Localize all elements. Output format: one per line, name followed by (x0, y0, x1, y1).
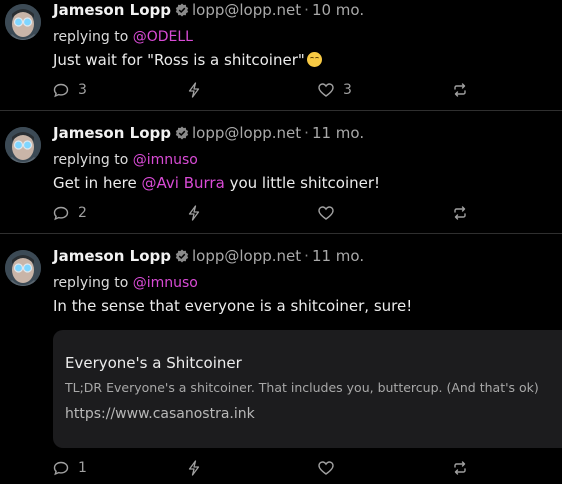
post-text: In the sense that everyone is a shitcoin… (53, 297, 413, 315)
post[interactable]: Jameson Lopp lopp@lopp.net · 11 mo. replyin… (0, 123, 562, 233)
replying-to-label: replying to (53, 275, 129, 291)
like-count: 3 (343, 82, 352, 98)
link-preview-card[interactable]: Everyone's a Shitcoiner TL;DR Everyone's… (53, 330, 562, 448)
like-button[interactable]: 3 (318, 80, 352, 100)
replying-to-label: replying to (53, 152, 129, 168)
reply-button[interactable]: 3 (53, 80, 87, 100)
replying-to: replying to @imnuso (53, 273, 198, 293)
replying-to-label: replying to (53, 29, 129, 45)
avatar[interactable] (5, 250, 41, 286)
reply-count: 2 (78, 205, 87, 221)
post[interactable]: Jameson Lopp lopp@lopp.net · 11 mo. replyin… (0, 246, 562, 484)
repost-button[interactable] (452, 203, 468, 223)
post-header: Jameson Lopp lopp@lopp.net · 11 mo. (53, 123, 364, 143)
post-time[interactable]: 10 mo. (312, 1, 364, 19)
post-actions: 2 (53, 203, 562, 223)
verified-badge-icon (175, 2, 189, 17)
smirk-emoji-icon (306, 52, 322, 67)
post-time[interactable]: 11 mo. (312, 247, 364, 265)
like-icon (318, 206, 334, 220)
avatar[interactable] (5, 127, 41, 163)
zap-icon (188, 205, 200, 221)
repost-icon (454, 83, 466, 97)
reply-button[interactable]: 2 (53, 203, 87, 223)
link-preview-url[interactable]: https://www.casanostra.ink (65, 406, 255, 422)
separator-dot: · (304, 1, 309, 19)
reply-icon (53, 206, 69, 221)
post-header: Jameson Lopp lopp@lopp.net · 11 mo. (53, 246, 364, 266)
zap-button[interactable] (186, 80, 202, 100)
replying-to-mention[interactable]: @ODELL (133, 29, 193, 45)
link-preview-title: Everyone's a Shitcoiner (65, 354, 242, 372)
replying-to-mention[interactable]: @imnuso (133, 275, 198, 291)
reply-count: 1 (78, 460, 87, 476)
post-content: Get in here @Avi Burra you little shitco… (53, 172, 380, 194)
verified-badge-icon (175, 125, 189, 140)
repost-button[interactable] (452, 458, 468, 478)
content-mention[interactable]: @Avi Burra (142, 174, 225, 192)
post[interactable]: Jameson Lopp lopp@lopp.net · 10 mo. replyin… (0, 0, 562, 110)
nip05-address[interactable]: lopp@lopp.net (192, 247, 301, 265)
reply-icon (53, 461, 69, 476)
replying-to-mention[interactable]: @imnuso (133, 152, 198, 168)
post-time[interactable]: 11 mo. (312, 124, 364, 142)
post-text: Get in here (53, 174, 137, 192)
post-text-after: you little shitcoiner! (229, 174, 381, 192)
post-actions: 1 (53, 458, 562, 478)
author-name[interactable]: Jameson Lopp (53, 1, 171, 19)
link-preview-description: TL;DR Everyone's a shitcoiner. That incl… (65, 380, 539, 395)
post-divider (0, 233, 562, 234)
nip05-address[interactable]: lopp@lopp.net (192, 124, 301, 142)
separator-dot: · (304, 124, 309, 142)
zap-icon (188, 82, 200, 98)
zap-button[interactable] (186, 458, 202, 478)
reply-icon (53, 83, 69, 98)
repost-icon (454, 206, 466, 220)
post-divider (0, 110, 562, 111)
reply-button[interactable]: 1 (53, 458, 87, 478)
repost-button[interactable] (452, 80, 468, 100)
like-icon (318, 83, 334, 97)
separator-dot: · (304, 247, 309, 265)
replying-to: replying to @imnuso (53, 150, 198, 170)
zap-icon (188, 460, 200, 476)
author-name[interactable]: Jameson Lopp (53, 124, 171, 142)
like-button[interactable] (318, 458, 334, 478)
post-content: Just wait for "Ross is a shitcoiner" (53, 49, 322, 71)
replying-to: replying to @ODELL (53, 27, 193, 47)
post-actions: 3 3 (53, 80, 562, 100)
like-button[interactable] (318, 203, 334, 223)
reply-count: 3 (78, 82, 87, 98)
nip05-address[interactable]: lopp@lopp.net (192, 1, 301, 19)
post-content: In the sense that everyone is a shitcoin… (53, 295, 412, 317)
like-icon (318, 461, 334, 475)
author-name[interactable]: Jameson Lopp (53, 247, 171, 265)
repost-icon (454, 461, 466, 475)
post-header: Jameson Lopp lopp@lopp.net · 10 mo. (53, 0, 364, 20)
post-text: Just wait for "Ross is a shitcoiner" (53, 51, 305, 69)
verified-badge-icon (175, 248, 189, 263)
avatar[interactable] (5, 4, 41, 40)
zap-button[interactable] (186, 203, 202, 223)
